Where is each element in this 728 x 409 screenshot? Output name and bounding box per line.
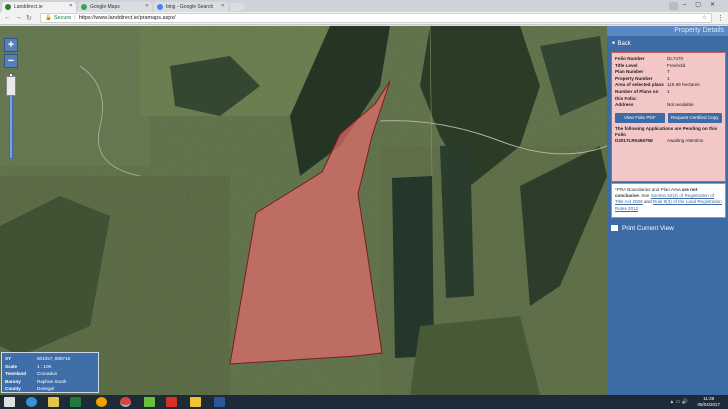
pending-application-number: D2017LR045675E — [615, 137, 654, 143]
tab-landdirect[interactable]: Landdirect.ie ✕ — [2, 2, 76, 12]
detail-value: 7 — [667, 69, 670, 75]
back-arrow-icon[interactable]: ← — [4, 14, 11, 21]
detail-key: Title Level — [615, 62, 638, 68]
print-current-view-button[interactable]: Print Current View — [611, 225, 674, 232]
detail-value: Freehold — [667, 62, 686, 68]
reload-icon[interactable]: ↻ — [26, 14, 32, 22]
bookmark-star-icon[interactable]: ☆ — [702, 14, 707, 23]
start-icon[interactable] — [4, 397, 15, 407]
detail-value: DL7470 — [667, 56, 684, 61]
map-view[interactable]: + − XY 601057, 898716 Scale 1 : 10K Townla… — [0, 26, 607, 395]
word-icon[interactable] — [214, 397, 225, 407]
info-key: County — [5, 386, 21, 391]
request-certified-copy-button[interactable]: Request Certified Copy — [667, 112, 722, 123]
url-text: https://www.landdirect.ie/pramaps.aspx/ — [78, 15, 176, 21]
detail-key: Area of selected plans — [615, 82, 664, 88]
browser-tab-bar: Landdirect.ie ✕ Google Maps ✕ bing - Goo… — [0, 0, 728, 12]
new-tab-button[interactable] — [230, 3, 244, 11]
info-value: Raphoe South — [37, 378, 67, 384]
tab-title: bing - Google Search — [166, 4, 214, 10]
detail-key: Property Number — [615, 75, 653, 81]
print-label: Print Current View — [622, 225, 674, 232]
address-bar[interactable]: 🔒 Secure | https://www.landdirect.ie/pramap… — [40, 13, 712, 23]
tab-bing-search[interactable]: bing - Google Search ✕ — [154, 2, 228, 12]
ie-icon[interactable] — [26, 397, 37, 407]
detail-key: Folio Number — [615, 56, 645, 61]
detail-key: Number of Plans on this Folio: — [615, 88, 659, 101]
detail-key: Address — [615, 102, 634, 108]
secure-label: Secure — [53, 15, 72, 21]
forward-arrow-icon[interactable]: → — [15, 14, 22, 21]
tab-title: Google Maps — [90, 4, 120, 10]
detail-value: Not available — [667, 102, 694, 108]
field-patch — [410, 316, 540, 395]
close-tab-icon[interactable]: ✕ — [221, 3, 225, 9]
notice-text: *PRA Boundaries and Plan Area — [615, 187, 681, 192]
detail-value: 115.69 hectares — [667, 82, 700, 88]
pending-applications-heading: The following Applications are Pending o… — [615, 125, 718, 137]
detail-key: Plan Number — [615, 69, 644, 75]
lock-icon: 🔒 — [45, 15, 52, 21]
view-folio-pdf-button[interactable]: View Folio PDF — [615, 112, 665, 123]
close-tab-icon[interactable]: ✕ — [145, 3, 149, 9]
notes-icon[interactable] — [190, 397, 201, 407]
back-label: Back — [617, 41, 631, 47]
location-info-box: XY 601057, 898716 Scale 1 : 10K Townland Cr… — [1, 352, 99, 393]
media-icon[interactable] — [96, 397, 107, 407]
info-key: XY — [5, 356, 12, 361]
landdirect-favicon-icon — [5, 4, 11, 10]
zoom-in-button[interactable]: + — [4, 38, 18, 52]
info-key: Townland — [5, 371, 27, 376]
windows-taskbar: ▲ ▭ 🔊 11:36 06/04/2017 — [0, 395, 728, 409]
notice-text: and — [643, 199, 652, 205]
notice-text: . See — [638, 193, 650, 199]
panel-title: Property Details — [607, 26, 728, 36]
app2-icon[interactable] — [166, 397, 177, 407]
app-icon[interactable] — [144, 397, 155, 407]
info-value: Cronadun — [37, 371, 58, 376]
detail-value: 1 — [667, 88, 670, 94]
info-key: Barony — [5, 378, 21, 384]
zoom-slider-handle[interactable] — [6, 76, 16, 96]
printer-icon — [611, 225, 618, 231]
info-value: 601057, 898716 — [37, 356, 71, 361]
folio-details-box: Folio Number DL7470 Title Level Freehold P… — [611, 52, 726, 182]
info-value: Donegal — [37, 386, 55, 391]
forest-patch — [440, 144, 474, 298]
taskbar-clock[interactable]: 11:36 06/04/2017 — [697, 396, 720, 407]
tab-title: Landdirect.ie — [14, 4, 43, 10]
property-details-panel: Property Details ⯇ Back Folio Number DL74… — [607, 26, 728, 395]
pending-application-status: Awaiting Attention — [667, 137, 704, 143]
detail-value: 1 — [667, 75, 670, 81]
window-controls[interactable]: –▢✕ — [683, 1, 724, 8]
system-tray[interactable]: ▲ ▭ 🔊 — [669, 399, 688, 405]
google-favicon-icon — [157, 4, 163, 10]
satellite-map[interactable] — [0, 26, 607, 395]
excel-icon[interactable] — [70, 397, 81, 407]
file-explorer-icon[interactable] — [48, 397, 59, 407]
boundary-disclaimer: *PRA Boundaries and Plan Area are not co… — [611, 183, 726, 218]
zoom-out-button[interactable]: − — [4, 54, 18, 68]
info-value: 1 : 10K — [37, 363, 52, 369]
chrome-icon[interactable] — [120, 397, 131, 407]
google-maps-favicon-icon — [81, 4, 87, 10]
info-key: Scale — [5, 363, 18, 369]
browser-toolbar: ← → ↻ 🔒 Secure | https://www.landdirect.ie/… — [0, 12, 728, 25]
close-tab-icon[interactable]: ✕ — [69, 3, 73, 9]
clock-date: 06/04/2017 — [697, 401, 720, 407]
browser-menu-icon[interactable]: ⋮ — [717, 14, 724, 22]
back-link[interactable]: ⯇ Back — [611, 41, 631, 48]
user-profile-icon[interactable] — [669, 2, 678, 10]
tab-google-maps[interactable]: Google Maps ✕ — [78, 2, 152, 12]
